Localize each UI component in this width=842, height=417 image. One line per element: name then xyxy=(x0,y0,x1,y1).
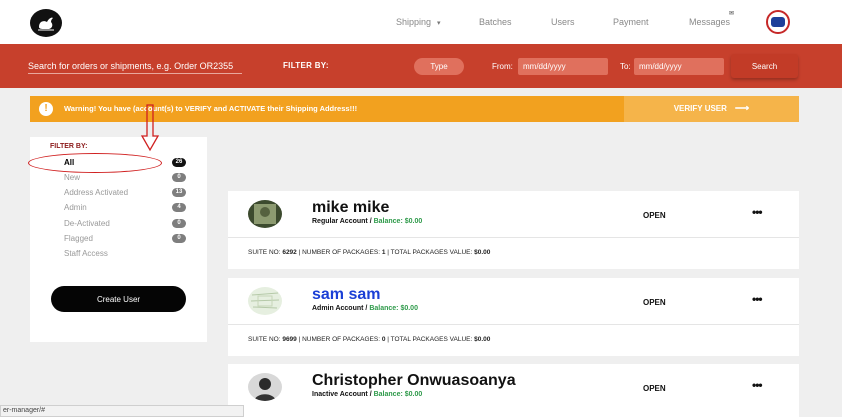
count-badge: 26 xyxy=(172,158,186,167)
profile-avatar[interactable] xyxy=(766,10,790,34)
to-date-input[interactable] xyxy=(634,58,724,75)
arrow-right-icon: ⟶ xyxy=(734,103,750,114)
browser-status-url: er-manager/# xyxy=(0,405,244,417)
user-avatar xyxy=(248,200,282,228)
user-account-line: Regular Account / Balance: $0.00 xyxy=(312,218,423,225)
create-user-button[interactable]: Create User xyxy=(51,286,186,312)
filter-flagged[interactable]: Flagged 0 xyxy=(64,234,186,246)
user-status: OPEN xyxy=(643,298,666,307)
divider xyxy=(228,237,799,238)
bird-logo-icon[interactable] xyxy=(30,9,62,37)
user-name: sam sam xyxy=(312,286,381,303)
user-status: OPEN xyxy=(643,384,666,393)
user-avatar xyxy=(248,373,282,401)
divider xyxy=(228,324,799,325)
filter-admin[interactable]: Admin 4 xyxy=(64,203,186,215)
count-badge: 0 xyxy=(172,219,186,228)
user-account-line: Inactive Account / Balance: $0.00 xyxy=(312,391,423,398)
from-label: From: xyxy=(492,62,513,71)
filter-bar: FILTER BY: Type From: To: Search xyxy=(0,44,842,88)
filter-new[interactable]: New 0 xyxy=(64,173,186,185)
filter-staff-access[interactable]: Staff Access xyxy=(64,249,186,261)
user-package-info: SUITE NO: 9699 | NUMBER OF PACKAGES: 0 |… xyxy=(248,336,491,343)
user-card[interactable]: sam sam Admin Account / Balance: $0.00 O… xyxy=(228,278,799,356)
order-search-input[interactable] xyxy=(28,58,242,74)
more-options-icon[interactable]: ••• xyxy=(752,205,763,219)
user-status: OPEN xyxy=(643,211,666,220)
user-name: mike mike xyxy=(312,199,390,216)
filter-address-activated[interactable]: Address Activated 13 xyxy=(64,188,186,200)
nav-payment[interactable]: Payment xyxy=(613,17,649,27)
user-card-header: Christopher Onwuasoanya Inactive Account… xyxy=(228,364,799,410)
nav-users[interactable]: Users xyxy=(551,17,575,27)
search-button[interactable]: Search xyxy=(731,54,798,78)
verify-user-button[interactable]: VERIFY USER ⟶ xyxy=(624,96,799,122)
user-card[interactable]: mike mike Regular Account / Balance: $0.… xyxy=(228,191,799,269)
annotation-oval xyxy=(28,153,162,173)
warning-icon: ! xyxy=(39,102,53,116)
filter-by-label: FILTER BY: xyxy=(283,61,329,70)
annotation-arrow-icon xyxy=(140,104,160,152)
user-card[interactable]: Christopher Onwuasoanya Inactive Account… xyxy=(228,364,799,417)
more-options-icon[interactable]: ••• xyxy=(752,292,763,306)
user-avatar xyxy=(248,287,282,315)
user-account-line: Admin Account / Balance: $0.00 xyxy=(312,305,418,312)
mail-icon: ✉ xyxy=(729,11,735,17)
count-badge: 13 xyxy=(172,188,186,197)
alert-message: Warning! You have (account(s) to VERIFY … xyxy=(64,104,358,113)
sidebar-title: FILTER BY: xyxy=(50,143,88,150)
chevron-down-icon: ▾ xyxy=(437,20,441,27)
user-package-info: SUITE NO: 6292 | NUMBER OF PACKAGES: 1 |… xyxy=(248,249,491,256)
to-label: To: xyxy=(620,62,631,71)
user-card-header: sam sam Admin Account / Balance: $0.00 O… xyxy=(228,278,799,324)
nav-shipping[interactable]: Shipping ▾ xyxy=(396,17,441,27)
type-filter-button[interactable]: Type xyxy=(414,58,464,75)
top-navigation: Shipping ▾ Batches Users Payment Messages… xyxy=(0,0,842,44)
filter-de-activated[interactable]: De-Activated 0 xyxy=(64,219,186,231)
count-badge: 0 xyxy=(172,234,186,243)
count-badge: 0 xyxy=(172,173,186,182)
user-card-header: mike mike Regular Account / Balance: $0.… xyxy=(228,191,799,237)
nav-messages[interactable]: Messages xyxy=(689,17,730,27)
from-date-input[interactable] xyxy=(518,58,608,75)
user-name: Christopher Onwuasoanya xyxy=(312,372,516,389)
more-options-icon[interactable]: ••• xyxy=(752,378,763,392)
count-badge: 4 xyxy=(172,203,186,212)
nav-batches[interactable]: Batches xyxy=(479,17,512,27)
